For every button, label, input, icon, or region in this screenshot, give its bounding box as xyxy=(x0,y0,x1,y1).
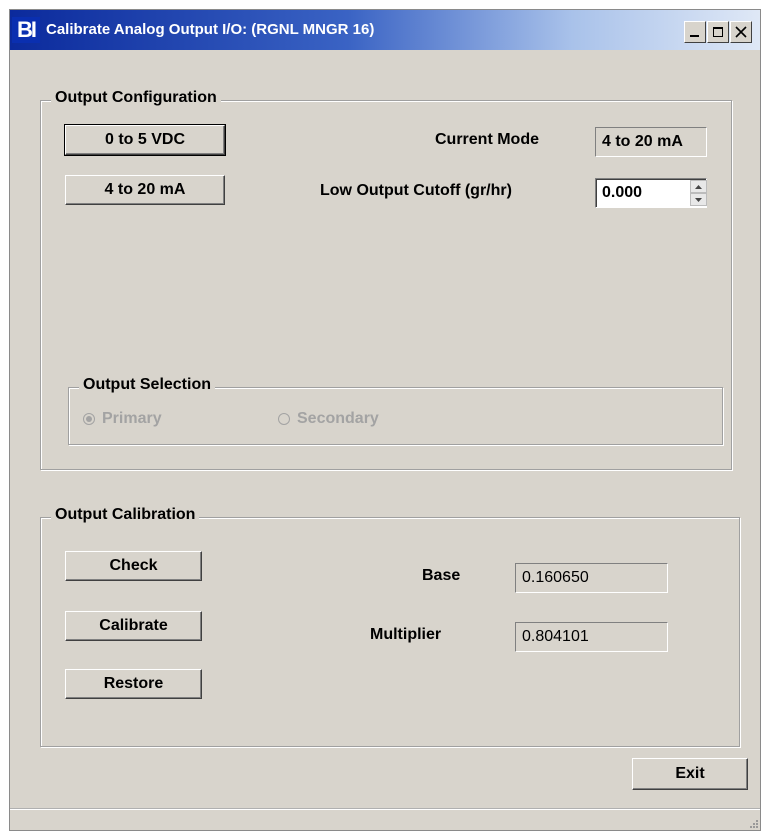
primary-radio-label: Primary xyxy=(102,410,162,427)
base-value: 0.160650 xyxy=(515,563,668,593)
restore-button[interactable]: Restore xyxy=(65,669,202,699)
multiplier-label: Multiplier xyxy=(370,626,442,643)
mode-0-to-5-vdc-button[interactable]: 0 to 5 VDC xyxy=(64,124,226,156)
window-title: Calibrate Analog Output I/O: (RGNL MNGR … xyxy=(46,21,375,38)
output-selection-legend: Output Selection xyxy=(79,376,215,394)
close-button[interactable] xyxy=(730,21,752,43)
output-configuration-legend: Output Configuration xyxy=(51,89,221,107)
maximize-button[interactable] xyxy=(707,21,729,43)
mode-4-to-20-ma-button[interactable]: 4 to 20 mA xyxy=(65,175,225,205)
calibrate-button[interactable]: Calibrate xyxy=(65,611,202,641)
resize-grip-icon[interactable] xyxy=(748,818,758,828)
app-icon: BI xyxy=(12,17,40,43)
secondary-radio-label: Secondary xyxy=(297,410,379,427)
current-mode-label: Current Mode xyxy=(435,131,539,148)
radio-unchecked-icon xyxy=(278,413,290,425)
spin-up-icon xyxy=(695,184,702,189)
radio-checked-icon xyxy=(83,413,95,425)
check-button[interactable]: Check xyxy=(65,551,202,581)
low-output-cutoff-spin-down[interactable] xyxy=(690,193,707,206)
minimize-icon xyxy=(690,35,699,37)
current-mode-value: 4 to 20 mA xyxy=(595,127,707,157)
output-selection-group: Output Selection xyxy=(68,376,723,445)
primary-radio[interactable]: Primary xyxy=(83,410,162,428)
low-output-cutoff-value: 0.000 xyxy=(602,184,643,201)
minimize-button[interactable] xyxy=(684,21,706,43)
exit-button[interactable]: Exit xyxy=(632,758,748,790)
calibrate-analog-output-window: BI Calibrate Analog Output I/O: (RGNL MN… xyxy=(9,9,761,831)
multiplier-value: 0.804101 xyxy=(515,622,668,652)
title-bar[interactable]: BI Calibrate Analog Output I/O: (RGNL MN… xyxy=(10,10,760,50)
status-bar-divider xyxy=(10,808,760,809)
close-icon xyxy=(735,26,747,38)
maximize-icon xyxy=(713,27,723,37)
low-output-cutoff-label: Low Output Cutoff (gr/hr) xyxy=(320,182,512,199)
secondary-radio[interactable]: Secondary xyxy=(278,410,379,428)
output-calibration-legend: Output Calibration xyxy=(51,506,200,524)
spin-down-icon xyxy=(695,197,702,202)
low-output-cutoff-spin-up[interactable] xyxy=(690,180,707,193)
base-label: Base xyxy=(422,567,461,584)
